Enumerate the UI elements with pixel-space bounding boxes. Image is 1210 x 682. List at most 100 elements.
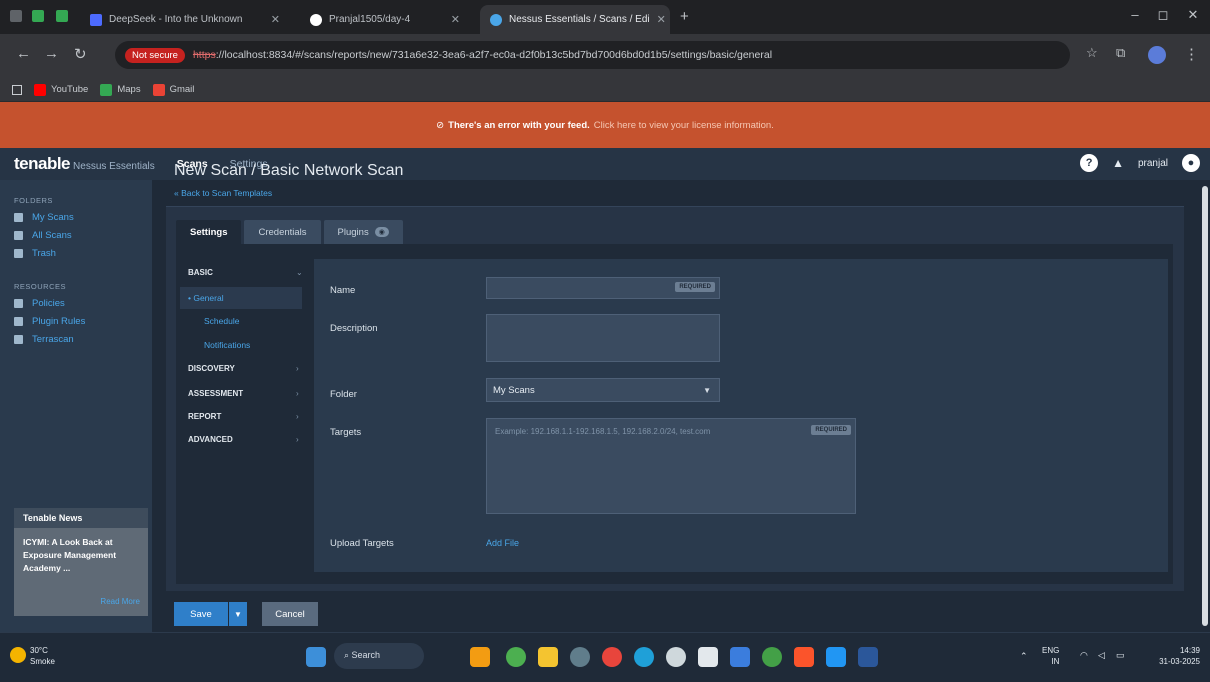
description-textarea[interactable] — [486, 314, 720, 362]
tab-settings[interactable]: Settings — [176, 220, 242, 244]
error-text: There's an error with your feed. — [448, 119, 590, 131]
tab-label: Nessus Essentials / Scans / Edi — [509, 14, 650, 25]
general-settings-form — [314, 259, 1168, 572]
nav-item-schedule[interactable]: Schedule — [204, 316, 239, 326]
news-read-more-link[interactable]: Read More — [100, 597, 140, 606]
bookmark-youtube[interactable]: YouTube — [34, 83, 88, 96]
tenable-logo[interactable]: tenable Nessus Essentials — [14, 154, 155, 174]
sidebar-item-all-scans[interactable]: All Scans — [14, 230, 72, 241]
url-input[interactable]: Not secure https://localhost:8834/#/scan… — [115, 41, 1070, 69]
nav-section-basic[interactable]: BASIC ⌄ — [188, 268, 303, 277]
weather-widget[interactable]: 30°C Smoke — [30, 645, 55, 667]
cancel-button[interactable]: Cancel — [262, 602, 318, 626]
browser-kebab-icon[interactable]: ⋮ — [1184, 45, 1199, 63]
sidebar-item-my-scans[interactable]: My Scans — [14, 212, 74, 223]
bookmark-label: Gmail — [169, 84, 195, 95]
profile-avatar[interactable] — [1148, 46, 1166, 64]
nav-section-report[interactable]: REPORT › — [188, 412, 299, 421]
windows-start-icon[interactable] — [306, 647, 326, 667]
add-file-link[interactable]: Add File — [486, 538, 519, 548]
sidebar-item-label: Policies — [32, 298, 65, 309]
folder-icon — [14, 231, 23, 240]
nav-section-discovery[interactable]: DISCOVERY › — [188, 364, 299, 373]
chrome-icon[interactable] — [602, 647, 622, 667]
lang-code: ENG — [1042, 646, 1060, 655]
name-label: Name — [330, 285, 356, 296]
volume-icon[interactable]: ◁ — [1098, 650, 1105, 661]
battery-icon[interactable]: ▭ — [1116, 650, 1125, 661]
tab-credentials[interactable]: Credentials — [244, 220, 321, 244]
maximize-icon[interactable]: ◻ — [1148, 7, 1178, 23]
store-icon[interactable] — [698, 647, 718, 667]
sidebar-item-policies[interactable]: Policies — [14, 298, 65, 309]
settings-gear-icon[interactable] — [570, 647, 590, 667]
brave-icon[interactable] — [794, 647, 814, 667]
edge-icon[interactable] — [634, 647, 654, 667]
file-explorer-icon[interactable] — [538, 647, 558, 667]
bookmarks-bar: YouTube Maps Gmail — [0, 78, 1210, 102]
chevron-down-icon: ⌄ — [296, 268, 303, 277]
language-indicator[interactable]: ENG IN — [1042, 645, 1059, 667]
close-icon[interactable]: ✕ — [271, 13, 280, 26]
save-button[interactable]: Save — [174, 602, 228, 626]
bell-icon[interactable]: ▲ — [1112, 156, 1124, 170]
extensions-icon[interactable]: ⧉ — [1116, 45, 1125, 61]
save-options-dropdown[interactable]: ▼ — [229, 602, 247, 626]
browser-menu-icon[interactable] — [10, 10, 22, 22]
section-label: ASSESSMENT — [188, 389, 244, 398]
reload-icon[interactable]: ↻ — [74, 45, 87, 63]
copilot-icon[interactable] — [506, 647, 526, 667]
back-to-templates-link[interactable]: « Back to Scan Templates — [174, 188, 272, 198]
page-scrollbar-thumb[interactable] — [1202, 186, 1208, 626]
forward-arrow-icon[interactable]: → — [44, 45, 59, 62]
nav-section-assessment[interactable]: ASSESSMENT › — [188, 389, 299, 398]
workspace-icon[interactable] — [32, 10, 44, 22]
not-secure-badge[interactable]: Not secure — [125, 47, 185, 63]
taskbar-search[interactable]: ⌕ Search — [334, 643, 424, 669]
notes-icon[interactable] — [826, 647, 846, 667]
profile-tab-icon[interactable] — [56, 10, 68, 22]
targets-textarea[interactable]: Example: 192.168.1.1-192.168.1.5, 192.16… — [486, 418, 856, 514]
widgets-icon[interactable] — [470, 647, 490, 667]
tab-plugins[interactable]: Plugins ◉ — [323, 220, 403, 244]
news-headline[interactable]: ICYMI: A Look Back at Exposure Managemen… — [14, 528, 148, 583]
wifi-icon[interactable]: ◠ — [1080, 650, 1088, 661]
nav-item-notifications[interactable]: Notifications — [204, 340, 250, 350]
resources-heading: RESOURCES — [14, 282, 67, 291]
sidebar-item-plugin-rules[interactable]: Plugin Rules — [14, 316, 85, 327]
sidebar-item-trash[interactable]: Trash — [14, 248, 56, 259]
user-avatar-icon[interactable]: ● — [1182, 154, 1200, 172]
new-tab-button[interactable]: + — [680, 8, 689, 25]
apps-grid-icon[interactable] — [12, 84, 22, 95]
tab-nessus[interactable]: Nessus Essentials / Scans / Edi ✕ — [480, 5, 670, 34]
tray-chevron-icon[interactable]: ⌃ — [1020, 651, 1028, 662]
help-icon[interactable]: ? — [1080, 154, 1099, 172]
app-icon[interactable] — [666, 647, 686, 667]
word-icon[interactable] — [858, 647, 878, 667]
targets-label: Targets — [330, 427, 362, 438]
section-label: DISCOVERY — [188, 364, 235, 373]
xbox-icon[interactable] — [762, 647, 782, 667]
nav-item-general[interactable]: • General — [180, 287, 302, 309]
folder-select[interactable]: My Scans ▼ — [486, 378, 720, 402]
tab-label: DeepSeek - Into the Unknown — [109, 14, 243, 25]
close-icon[interactable]: ✕ — [657, 13, 666, 26]
weather-icon[interactable] — [10, 647, 26, 663]
vscode-icon[interactable] — [730, 647, 750, 667]
bookmark-star-icon[interactable]: ☆ — [1086, 45, 1098, 61]
tab-deepseek[interactable]: DeepSeek - Into the Unknown ✕ — [80, 5, 290, 34]
name-input[interactable]: REQUIRED — [486, 277, 720, 299]
minimize-icon[interactable]: – — [1120, 7, 1150, 22]
bookmark-maps[interactable]: Maps — [100, 83, 141, 96]
license-link[interactable]: Click here to view your license informat… — [594, 120, 774, 131]
clock[interactable]: 14:39 31-03-2025 — [1140, 645, 1200, 667]
required-badge: REQUIRED — [811, 425, 851, 435]
user-name[interactable]: pranjal — [1138, 158, 1168, 169]
tab-github[interactable]: Pranjal1505/day-4 ✕ — [300, 5, 470, 34]
back-arrow-icon[interactable]: ← — [16, 45, 31, 62]
window-close-icon[interactable]: ✕ — [1178, 7, 1208, 23]
bookmark-gmail[interactable]: Gmail — [152, 83, 195, 96]
nav-section-advanced[interactable]: ADVANCED › — [188, 435, 299, 444]
sidebar-item-terrascan[interactable]: Terrascan — [14, 334, 74, 345]
close-icon[interactable]: ✕ — [451, 13, 460, 26]
